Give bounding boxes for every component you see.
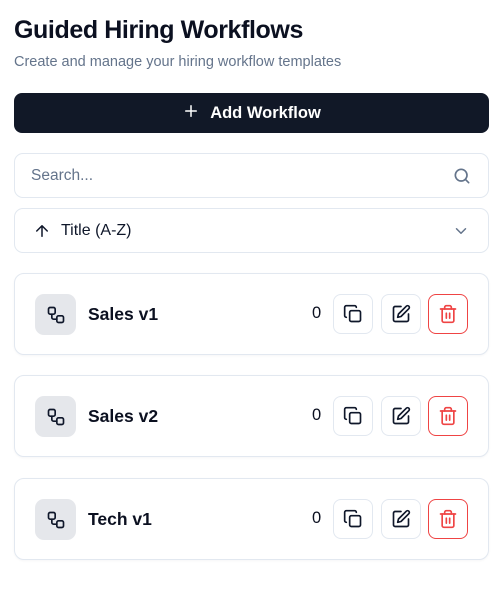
- edit-button[interactable]: [381, 294, 421, 334]
- page-subtitle: Create and manage your hiring workflow t…: [14, 54, 342, 70]
- workflow-name: Sales v1: [88, 304, 159, 324]
- delete-button[interactable]: [428, 396, 468, 436]
- edit-icon: [392, 304, 411, 323]
- workflow-icon: [35, 499, 76, 540]
- workflows-page: Guided Hiring Workflows Create and manag…: [0, 0, 500, 589]
- duplicate-button[interactable]: [333, 294, 373, 334]
- workflow-count: 0: [312, 406, 322, 424]
- workflow-card[interactable]: Sales v2 0: [14, 375, 489, 457]
- delete-button[interactable]: [428, 499, 468, 539]
- delete-button[interactable]: [428, 294, 468, 334]
- copy-icon: [343, 509, 362, 528]
- copy-icon: [343, 406, 362, 425]
- search-icon[interactable]: [452, 166, 472, 186]
- workflow-name: Tech v1: [88, 509, 152, 529]
- search-input[interactable]: [31, 166, 452, 185]
- sort-selected-value: Title (A-Z): [61, 221, 132, 239]
- sort-select[interactable]: Title (A-Z): [14, 208, 489, 253]
- trash-icon: [439, 406, 457, 426]
- add-workflow-label: Add Workflow: [210, 103, 321, 122]
- edit-button[interactable]: [381, 499, 421, 539]
- workflow-count: 0: [312, 304, 322, 322]
- add-workflow-button[interactable]: Add Workflow: [14, 93, 489, 133]
- edit-icon: [392, 509, 411, 528]
- trash-icon: [439, 304, 457, 324]
- workflow-card[interactable]: Tech v1 0: [14, 478, 489, 560]
- workflow-name: Sales v2: [88, 406, 159, 426]
- workflow-card[interactable]: Sales v1 0: [14, 273, 489, 355]
- duplicate-button[interactable]: [333, 396, 373, 436]
- edit-icon: [392, 406, 411, 425]
- workflow-count: 0: [312, 509, 322, 527]
- duplicate-button[interactable]: [333, 499, 373, 539]
- search-box: [14, 153, 489, 198]
- trash-icon: [439, 509, 457, 529]
- arrow-up-icon: [33, 222, 51, 240]
- workflow-icon: [35, 294, 76, 335]
- edit-button[interactable]: [381, 396, 421, 436]
- copy-icon: [343, 304, 362, 323]
- plus-icon: [182, 102, 200, 125]
- workflow-icon: [35, 396, 76, 437]
- page-title: Guided Hiring Workflows: [14, 16, 303, 44]
- chevron-down-icon: [452, 222, 470, 240]
